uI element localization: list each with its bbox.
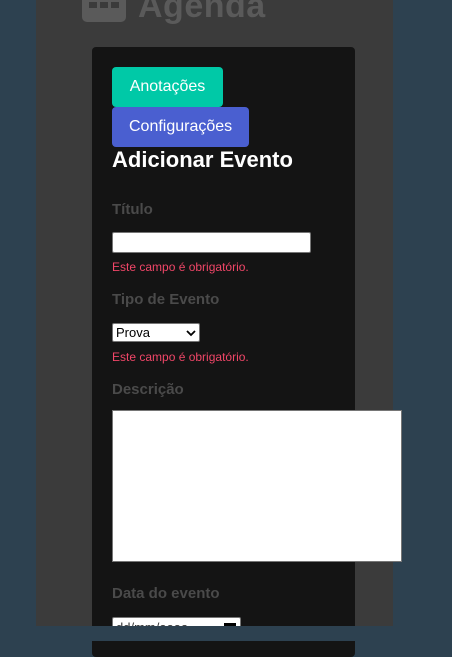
page-title: Agenda bbox=[138, 0, 266, 25]
description-label: Descrição bbox=[112, 381, 184, 398]
event-type-error: Este campo é obrigatório. bbox=[112, 350, 249, 364]
title-error: Este campo é obrigatório. bbox=[112, 260, 249, 274]
title-label: Título bbox=[112, 201, 153, 218]
viewport-bottom-strip bbox=[0, 626, 452, 641]
chevron-down-icon bbox=[186, 330, 196, 337]
page-header: Agenda bbox=[82, 0, 266, 25]
form-heading: Adicionar Evento bbox=[112, 147, 293, 172]
event-type-select[interactable]: Prova bbox=[112, 323, 200, 342]
notes-button[interactable]: Anotações bbox=[112, 67, 223, 107]
event-type-value: Prova bbox=[116, 325, 150, 340]
event-date-label: Data do evento bbox=[112, 585, 220, 602]
settings-button[interactable]: Configurações bbox=[112, 107, 249, 147]
description-textarea[interactable] bbox=[112, 410, 402, 562]
event-type-label: Tipo de Evento bbox=[112, 291, 220, 308]
calendar-grid-icon bbox=[82, 0, 126, 22]
title-input[interactable] bbox=[112, 232, 311, 253]
